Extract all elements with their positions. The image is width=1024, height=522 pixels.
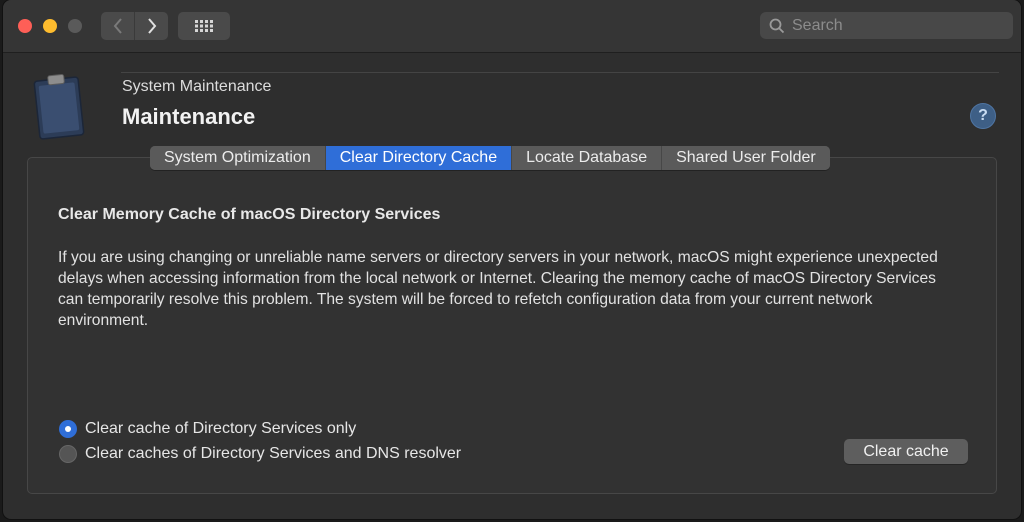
- description-text: If you are using changing or unreliable …: [58, 249, 938, 329]
- radio-option-directory-and-dns[interactable]: Clear caches of Directory Services and D…: [59, 445, 461, 463]
- tab-shared-user-folder[interactable]: Shared User Folder: [661, 146, 830, 170]
- help-icon: ?: [978, 107, 988, 124]
- clipboard-icon: [33, 74, 85, 140]
- search-field[interactable]: [760, 12, 1013, 39]
- back-chevron-icon: [113, 18, 122, 34]
- radio-button-unselected[interactable]: [59, 445, 77, 463]
- forward-button[interactable]: [134, 12, 168, 40]
- section-title: Clear Memory Cache of macOS Directory Se…: [58, 206, 441, 223]
- close-button[interactable]: [18, 19, 32, 33]
- content-panel: Clear Memory Cache of macOS Directory Se…: [27, 157, 997, 494]
- show-all-button[interactable]: [178, 12, 230, 40]
- preferences-window: System Maintenance Maintenance ? Clear M…: [3, 0, 1021, 519]
- help-button[interactable]: ?: [970, 103, 996, 129]
- tab-locate-database[interactable]: Locate Database: [511, 146, 662, 170]
- clear-cache-button[interactable]: Clear cache: [844, 439, 968, 464]
- navigation-buttons: [101, 12, 168, 40]
- radio-option-directory-only[interactable]: Clear cache of Directory Services only: [59, 420, 356, 438]
- search-input[interactable]: [790, 15, 1004, 36]
- tab-system-optimization[interactable]: System Optimization: [150, 146, 325, 170]
- pane-subtitle: System Maintenance: [122, 78, 272, 95]
- titlebar: [3, 0, 1021, 53]
- header-separator: [121, 72, 999, 73]
- minimize-button[interactable]: [43, 19, 57, 33]
- back-button[interactable]: [101, 12, 134, 40]
- search-icon: [769, 18, 785, 33]
- radio-label: Clear cache of Directory Services only: [85, 420, 357, 437]
- grid-icon: [195, 20, 213, 32]
- page-title: Maintenance: [122, 104, 256, 129]
- zoom-button[interactable]: [68, 19, 82, 33]
- tab-bar: System Optimization Clear Directory Cach…: [150, 146, 830, 170]
- radio-label: Clear caches of Directory Services and D…: [85, 445, 462, 462]
- tab-clear-directory-cache[interactable]: Clear Directory Cache: [324, 146, 512, 170]
- radio-button-selected[interactable]: [59, 420, 77, 438]
- forward-chevron-icon: [147, 18, 156, 34]
